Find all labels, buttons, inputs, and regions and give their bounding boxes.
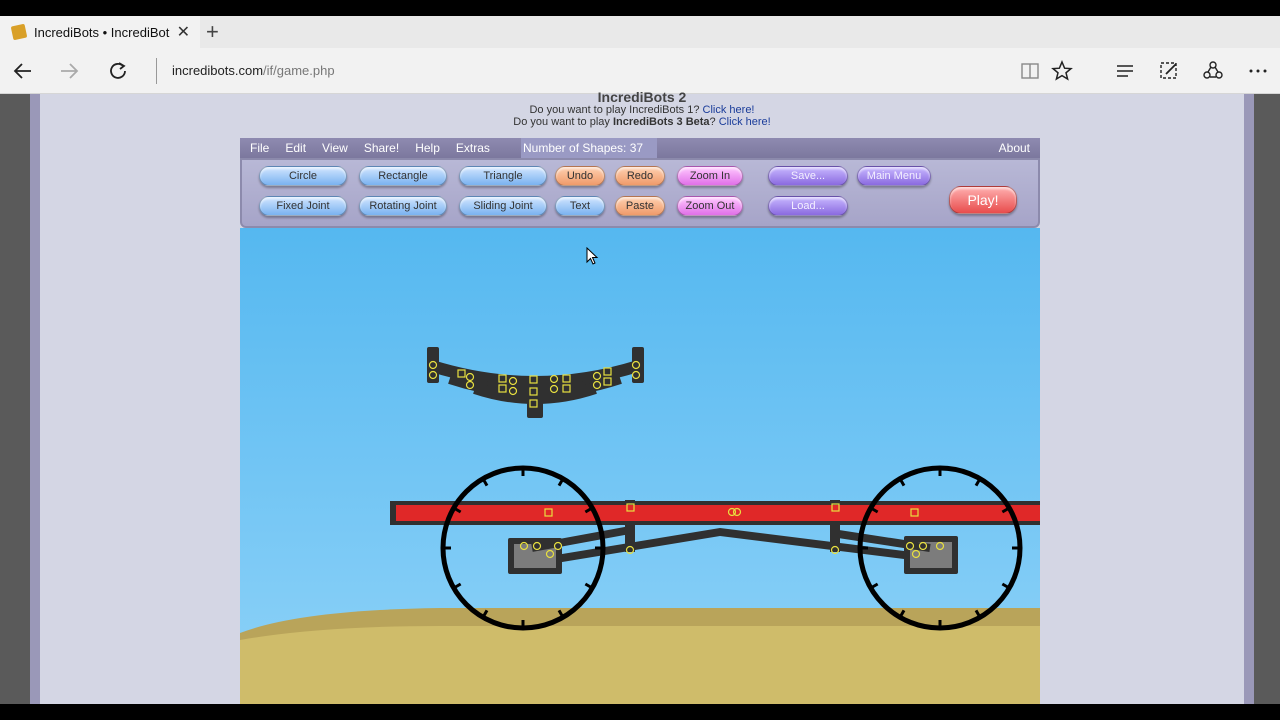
save-button[interactable]: Save... (768, 166, 848, 186)
menu-help[interactable]: Help (415, 141, 440, 155)
main-menu-button[interactable]: Main Menu (857, 166, 931, 186)
menu-view[interactable]: View (322, 141, 348, 155)
play-ib1-link[interactable]: Click here! (703, 104, 755, 116)
favorite-star-icon[interactable] (1047, 56, 1077, 86)
undo-button[interactable]: Undo (555, 166, 605, 186)
menu-file[interactable]: File (250, 141, 269, 155)
navigation-bar: incredibots.com/if/game.php (0, 48, 1280, 94)
triangle-button[interactable]: Triangle (459, 166, 547, 186)
more-icon[interactable] (1243, 56, 1273, 86)
refresh-icon[interactable] (103, 56, 133, 86)
menu-about[interactable]: About (999, 141, 1030, 155)
shape-count-label: Number of Shapes: (523, 141, 627, 155)
menu-edit[interactable]: Edit (285, 141, 306, 155)
share-icon[interactable] (1198, 56, 1228, 86)
zoom-in-button[interactable]: Zoom In (677, 166, 743, 186)
web-note-icon[interactable] (1154, 56, 1184, 86)
game-canvas[interactable]: File Edit View Share! Help Extras Number… (240, 138, 1040, 704)
red-chassis[interactable] (390, 501, 1040, 525)
address-separator (156, 58, 157, 84)
game-toolbar: Circle Rectangle Triangle Undo Redo Zoom… (240, 158, 1040, 228)
menu-extras[interactable]: Extras (456, 141, 490, 155)
play-ib1-line: Do you want to play IncrediBots 1? Click… (40, 104, 1244, 116)
play-button[interactable]: Play! (949, 186, 1017, 214)
play-ib1-text: Do you want to play IncrediBots 1? (529, 104, 703, 116)
forward-icon[interactable] (54, 56, 84, 86)
text-button[interactable]: Text (555, 196, 605, 216)
sliding-joint-button[interactable]: Sliding Joint (459, 196, 547, 216)
page-title: IncrediBots 2 (597, 89, 687, 105)
play-ib3-line: Do you want to play IncrediBots 3 Beta? … (40, 116, 1244, 128)
address-path: /if/game.php (263, 63, 335, 78)
reading-view-icon[interactable] (1015, 56, 1045, 86)
tab-bar: IncrediBots • IncrediBot ✕ + (0, 16, 1280, 48)
play-ib3-link[interactable]: Click here! (719, 116, 771, 128)
back-icon[interactable] (8, 56, 38, 86)
incredibots-favicon-icon (10, 23, 28, 41)
zoom-out-button[interactable]: Zoom Out (677, 196, 743, 216)
page-header: IncrediBots 2 Do you want to play Incred… (40, 90, 1244, 128)
play-ib3-pre: Do you want to play (513, 116, 613, 128)
shape-count-display: Number of Shapes: 37 (521, 138, 658, 158)
menu-share[interactable]: Share! (364, 141, 399, 155)
paste-button[interactable]: Paste (615, 196, 665, 216)
new-tab-icon[interactable]: + (206, 19, 219, 45)
load-button[interactable]: Load... (768, 196, 848, 216)
fixed-joint-button[interactable]: Fixed Joint (259, 196, 347, 216)
redo-button[interactable]: Redo (615, 166, 665, 186)
shape-count-value: 37 (629, 141, 644, 155)
tab-title: IncrediBots • IncrediBot (34, 24, 170, 40)
mouse-cursor-icon (586, 247, 599, 265)
rectangle-button[interactable]: Rectangle (359, 166, 447, 186)
screen: IncrediBots • IncrediBot ✕ + incredibots… (0, 0, 1280, 720)
ground (240, 626, 1040, 704)
circle-button[interactable]: Circle (259, 166, 347, 186)
play-ib3-bold: IncrediBots 3 Beta (612, 116, 710, 128)
close-tab-icon[interactable]: ✕ (177, 22, 190, 42)
game-world[interactable] (240, 228, 1040, 704)
play-ib3-post: ? (709, 116, 719, 128)
address-host: incredibots.com (172, 63, 264, 78)
rotating-joint-button[interactable]: Rotating Joint (359, 196, 447, 216)
address-bar[interactable]: incredibots.com/if/game.php (172, 63, 335, 78)
bottom-bar (0, 704, 1280, 720)
hub-icon[interactable] (1110, 56, 1140, 86)
browser-tab[interactable]: IncrediBots • IncrediBot ✕ (0, 16, 200, 48)
